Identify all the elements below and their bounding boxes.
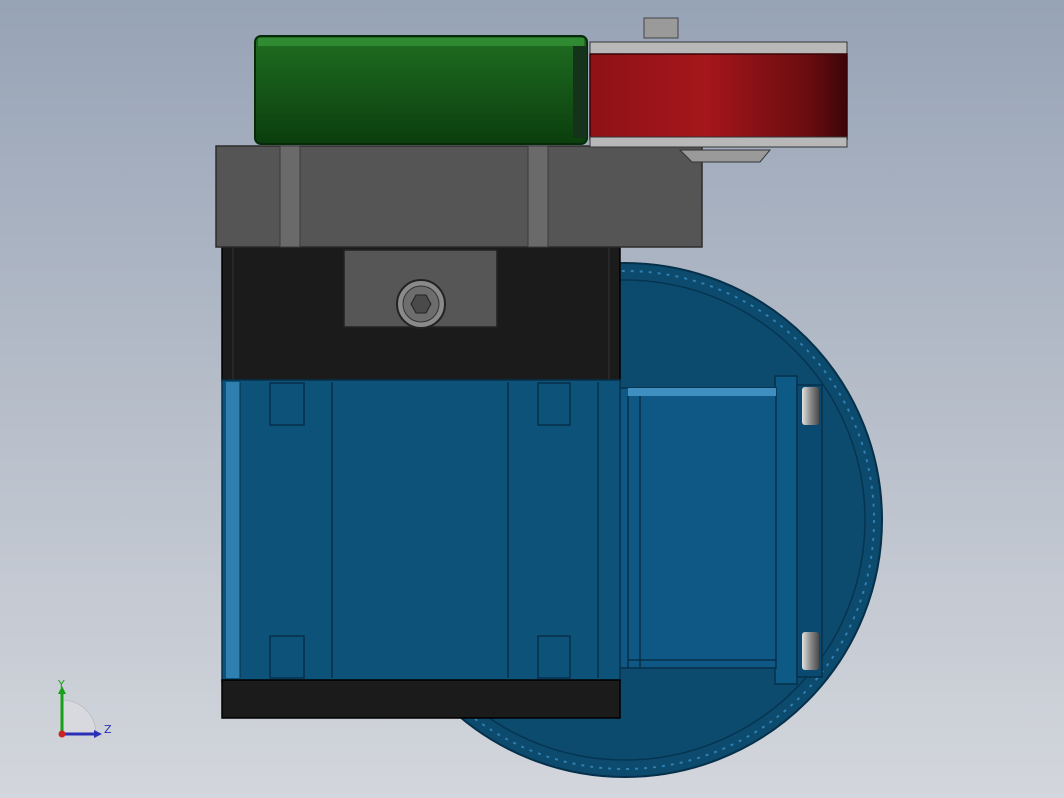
cad-viewport[interactable]: Y Z <box>0 0 1064 798</box>
axle-cap <box>643 17 679 39</box>
cad-model-view[interactable] <box>0 0 1064 798</box>
flange-bolt-top <box>802 387 819 425</box>
z-axis-label: Z <box>104 723 112 736</box>
green-bracket <box>254 35 588 145</box>
motor-neck <box>609 387 777 669</box>
motor-bottom-housing <box>221 679 621 719</box>
motor-body <box>221 379 621 683</box>
mount-block <box>215 145 703 248</box>
motor-top-housing <box>221 246 621 382</box>
flange-bolt-bottom <box>802 632 819 670</box>
red-wheel <box>589 17 848 163</box>
axis-triad: Y Z <box>50 676 120 746</box>
end-flange <box>774 375 823 685</box>
y-axis-label: Y <box>58 678 65 691</box>
